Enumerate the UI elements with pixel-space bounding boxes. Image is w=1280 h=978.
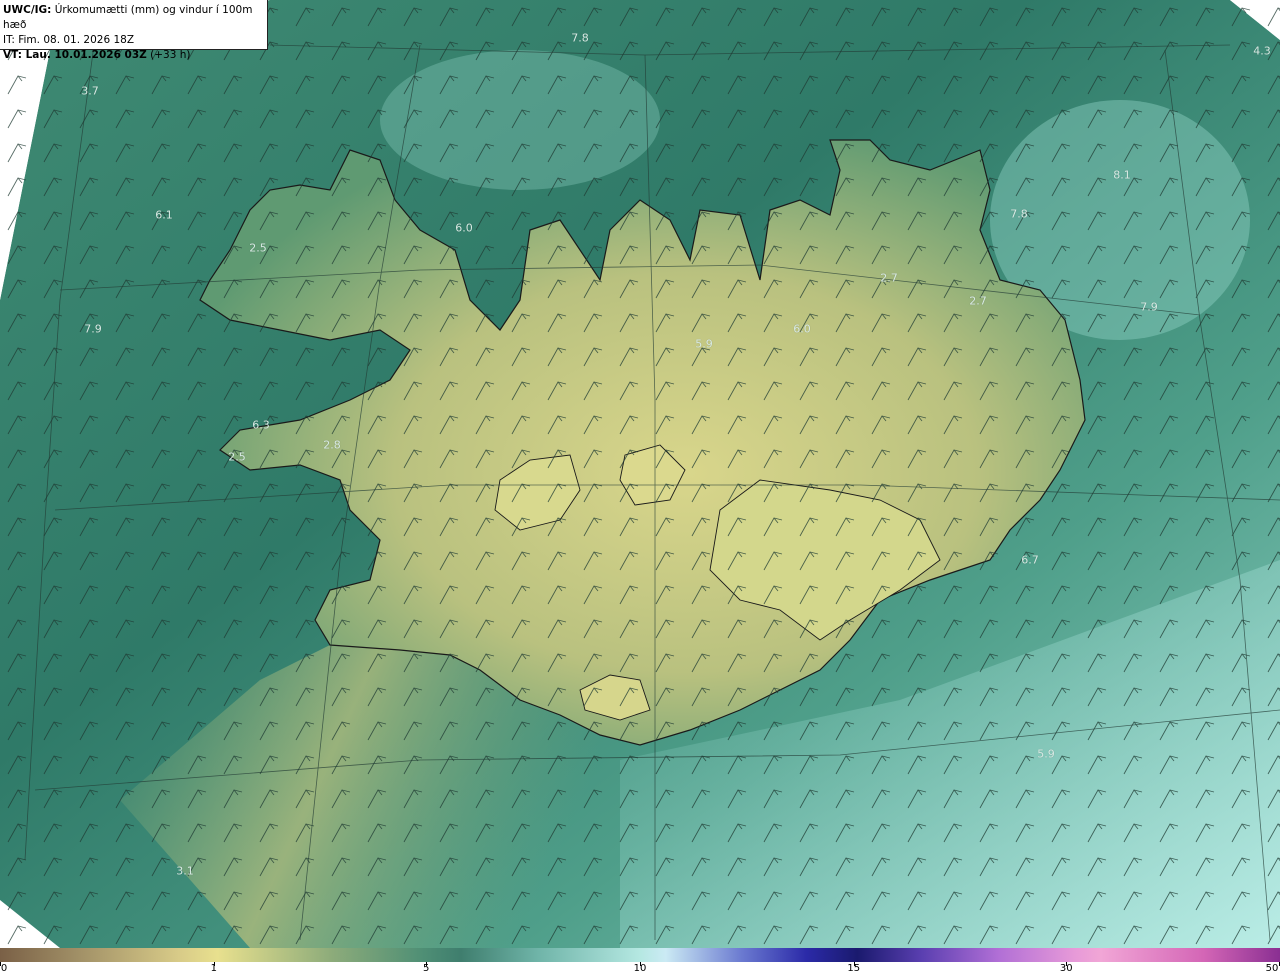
map-value-label: 2.5: [249, 241, 267, 255]
map-value-label: 7.8: [1010, 207, 1028, 221]
map-value-label: 5.9: [1037, 747, 1055, 761]
model-name: UWC/IG:: [3, 4, 52, 16]
map-value-label: 6.3: [252, 418, 270, 432]
map-value-label: 6.0: [455, 221, 473, 235]
map-value-label: 2.7: [969, 294, 987, 308]
valid-time: VT: Lau. 10.01.2026 03Z (+33 h): [3, 48, 267, 63]
wind-barbs-layer: [0, 0, 1280, 948]
colorbar-tick-label: 30: [1059, 963, 1073, 974]
colorbar-tick-label: 1: [210, 963, 217, 974]
colorbar-tick-label: 0: [0, 963, 8, 974]
map-value-label: 2.8: [323, 438, 341, 452]
map-value-label: 8.1: [1113, 168, 1131, 182]
map-value-label: 2.7: [880, 271, 898, 285]
map-value-label: 7.9: [1140, 300, 1158, 314]
valid-time-date: VT: Lau. 10.01.2026 03Z: [3, 49, 147, 61]
map-value-label: 7.8: [571, 31, 589, 45]
map-value-label: 6.1: [155, 208, 173, 222]
map-value-label: 4.3: [1253, 44, 1271, 58]
map-title: UWC/IG: Úrkomumætti (mm) og vindur í 100…: [3, 3, 267, 33]
map-value-label: 3.1: [176, 864, 194, 878]
colorbar-tick-label: 15: [847, 963, 861, 974]
colorbar-tick-label: 5: [423, 963, 430, 974]
colorbar-legend: 0 1 5 10 15 30 50: [0, 948, 1280, 978]
forecast-lead: (+33 h): [146, 49, 191, 61]
weather-map-viewer: UWC/IG: Úrkomumætti (mm) og vindur í 100…: [0, 0, 1280, 978]
colorbar-tick-label: 10: [633, 963, 647, 974]
map-value-label: 7.9: [84, 322, 102, 336]
map-value-label: 3.7: [81, 84, 99, 98]
initial-time: IT: Fim. 08. 01. 2026 18Z: [3, 34, 135, 46]
map-value-label: 2.5: [228, 450, 246, 464]
map-value-label: 6.0: [793, 322, 811, 336]
colorbar-gradient: [0, 948, 1280, 962]
map-value-label: 6.7: [1021, 553, 1039, 567]
precipitation-map[interactable]: [0, 0, 1280, 948]
colorbar-tick-label: 50: [1265, 963, 1279, 974]
map-value-label: 5.9: [695, 337, 713, 351]
map-info-box: UWC/IG: Úrkomumætti (mm) og vindur í 100…: [0, 0, 268, 61]
